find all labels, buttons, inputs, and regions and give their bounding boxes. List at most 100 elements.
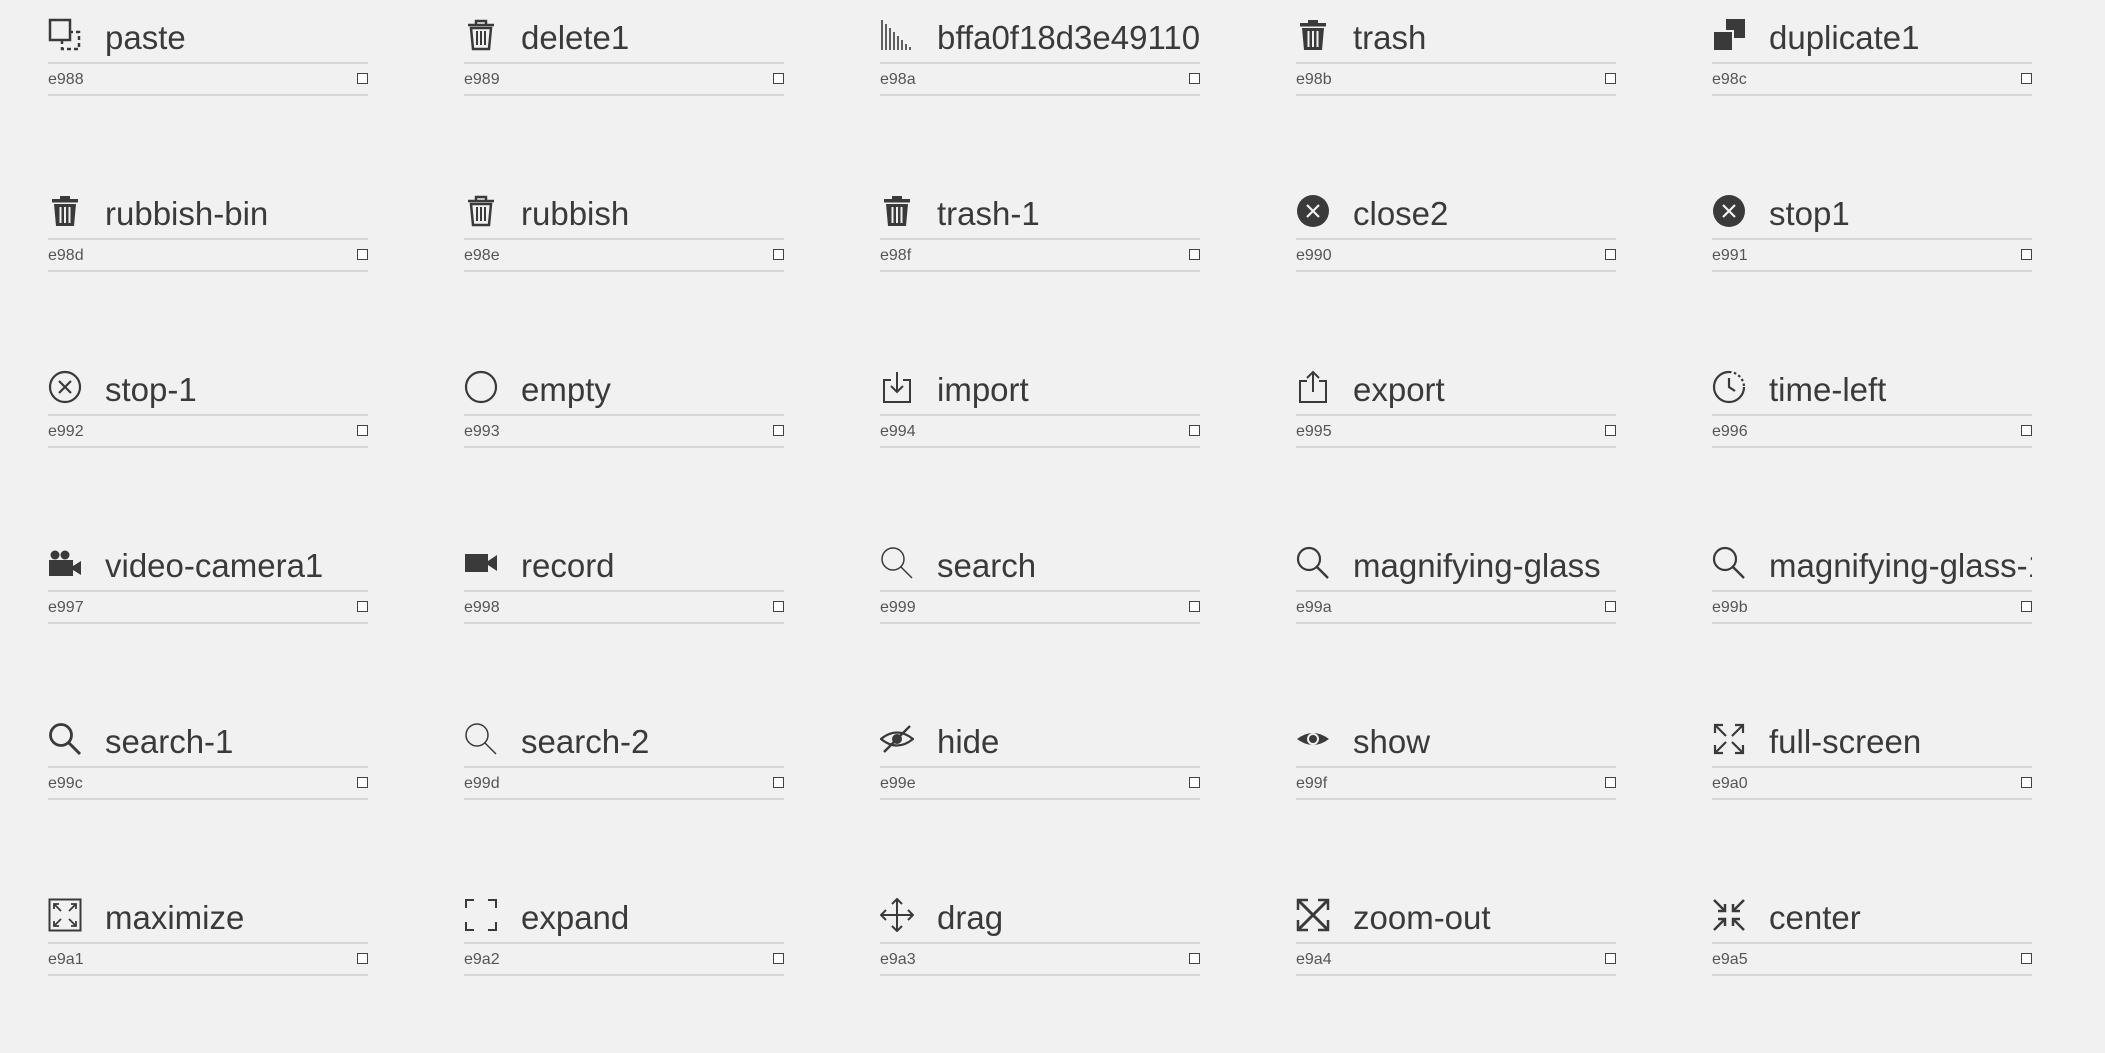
select-checkbox[interactable]	[2021, 425, 2032, 436]
icon-code: e992	[48, 423, 84, 440]
select-checkbox[interactable]	[773, 425, 784, 436]
icon-name: search-2	[521, 723, 650, 760]
icon-card-header: bffa0f18d3e491102	[880, 0, 1200, 64]
select-checkbox[interactable]	[773, 953, 784, 964]
select-checkbox[interactable]	[1189, 777, 1200, 788]
icon-code: e98b	[1296, 71, 1332, 88]
maximize-icon	[48, 898, 82, 932]
icon-code-row: e9a0	[1712, 768, 2032, 800]
select-checkbox[interactable]	[1605, 777, 1616, 788]
icon-card-header: drag	[880, 880, 1200, 944]
icon-card: maximize e9a1	[48, 880, 368, 976]
icon-card: show e99f	[1296, 704, 1616, 800]
icon-code: e98e	[464, 247, 500, 264]
icon-code-row: e99b	[1712, 592, 2032, 624]
icon-code-row: e99d	[464, 768, 784, 800]
icon-code-row: e99c	[48, 768, 368, 800]
icon-name: empty	[521, 371, 611, 408]
select-checkbox[interactable]	[773, 601, 784, 612]
icon-name: magnifying-glass	[1353, 547, 1601, 584]
select-checkbox[interactable]	[773, 73, 784, 84]
select-checkbox[interactable]	[1189, 73, 1200, 84]
icon-card-header: show	[1296, 704, 1616, 768]
select-checkbox[interactable]	[1189, 601, 1200, 612]
icon-name: close2	[1353, 195, 1449, 232]
select-checkbox[interactable]	[357, 425, 368, 436]
icon-card: drag e9a3	[880, 880, 1200, 976]
icon-code: e99d	[464, 775, 500, 792]
select-checkbox[interactable]	[1189, 249, 1200, 260]
select-checkbox[interactable]	[1189, 425, 1200, 436]
icon-card-header: stop-1	[48, 352, 368, 416]
icon-card-header: close2	[1296, 176, 1616, 240]
icon-code-row: e98b	[1296, 64, 1616, 96]
icon-card-header: expand	[464, 880, 784, 944]
icon-code-row: e98c	[1712, 64, 2032, 96]
center-icon	[1712, 898, 1746, 932]
full-screen-icon	[1712, 722, 1746, 756]
bars-icon	[880, 18, 914, 52]
icon-card-header: delete1	[464, 0, 784, 64]
icon-code-row: e9a4	[1296, 944, 1616, 976]
icon-name: zoom-out	[1353, 899, 1491, 936]
icon-card: stop-1 e992	[48, 352, 368, 448]
select-checkbox[interactable]	[2021, 73, 2032, 84]
select-checkbox[interactable]	[357, 601, 368, 612]
select-checkbox[interactable]	[1605, 601, 1616, 612]
close-circle-filled-icon	[1712, 194, 1746, 228]
select-checkbox[interactable]	[357, 777, 368, 788]
select-checkbox[interactable]	[1605, 425, 1616, 436]
select-checkbox[interactable]	[1189, 953, 1200, 964]
icon-code-row: e998	[464, 592, 784, 624]
icon-card-header: zoom-out	[1296, 880, 1616, 944]
icon-code-row: e994	[880, 416, 1200, 448]
expand-corners-icon	[464, 898, 498, 932]
icon-grid: paste e988 delete1 e989 bffa0f18d3e49110…	[0, 0, 2105, 1053]
icon-card: bffa0f18d3e491102 e98a	[880, 0, 1200, 96]
select-checkbox[interactable]	[1605, 249, 1616, 260]
select-checkbox[interactable]	[357, 953, 368, 964]
icon-code-row: e993	[464, 416, 784, 448]
icon-code-row: e9a3	[880, 944, 1200, 976]
icon-card: search-1 e99c	[48, 704, 368, 800]
select-checkbox[interactable]	[357, 73, 368, 84]
select-checkbox[interactable]	[2021, 601, 2032, 612]
icon-card: rubbish-bin e98d	[48, 176, 368, 272]
select-checkbox[interactable]	[2021, 953, 2032, 964]
icon-name: expand	[521, 899, 630, 936]
icon-card: import e994	[880, 352, 1200, 448]
icon-card-header: rubbish	[464, 176, 784, 240]
icon-card-header: empty	[464, 352, 784, 416]
icon-name: record	[521, 547, 615, 584]
select-checkbox[interactable]	[773, 249, 784, 260]
icon-code-row: e9a1	[48, 944, 368, 976]
icon-name: magnifying-glass-1	[1769, 547, 2032, 584]
icon-code: e99e	[880, 775, 916, 792]
icon-code: e98a	[880, 71, 916, 88]
select-checkbox[interactable]	[2021, 777, 2032, 788]
icon-card-header: time-left	[1712, 352, 2032, 416]
select-checkbox[interactable]	[1605, 953, 1616, 964]
icon-code: e996	[1712, 423, 1748, 440]
icon-name: stop-1	[105, 371, 197, 408]
icon-card-header: full-screen	[1712, 704, 2032, 768]
select-checkbox[interactable]	[357, 249, 368, 260]
icon-card: close2 e990	[1296, 176, 1616, 272]
icon-code-row: e999	[880, 592, 1200, 624]
select-checkbox[interactable]	[773, 777, 784, 788]
icon-card: export e995	[1296, 352, 1616, 448]
zoom-out-icon	[1296, 898, 1330, 932]
icon-name: stop1	[1769, 195, 1850, 232]
icon-code-row: e99e	[880, 768, 1200, 800]
circle-outline-icon	[464, 370, 498, 404]
search-icon	[1712, 546, 1746, 580]
icon-card: trash-1 e98f	[880, 176, 1200, 272]
select-checkbox[interactable]	[1605, 73, 1616, 84]
icon-card-header: paste	[48, 0, 368, 64]
icon-name: rubbish-bin	[105, 195, 269, 232]
trash-outline-icon	[464, 18, 498, 52]
icon-code: e9a2	[464, 951, 500, 968]
icon-card: zoom-out e9a4	[1296, 880, 1616, 976]
select-checkbox[interactable]	[2021, 249, 2032, 260]
icon-code-row: e99f	[1296, 768, 1616, 800]
